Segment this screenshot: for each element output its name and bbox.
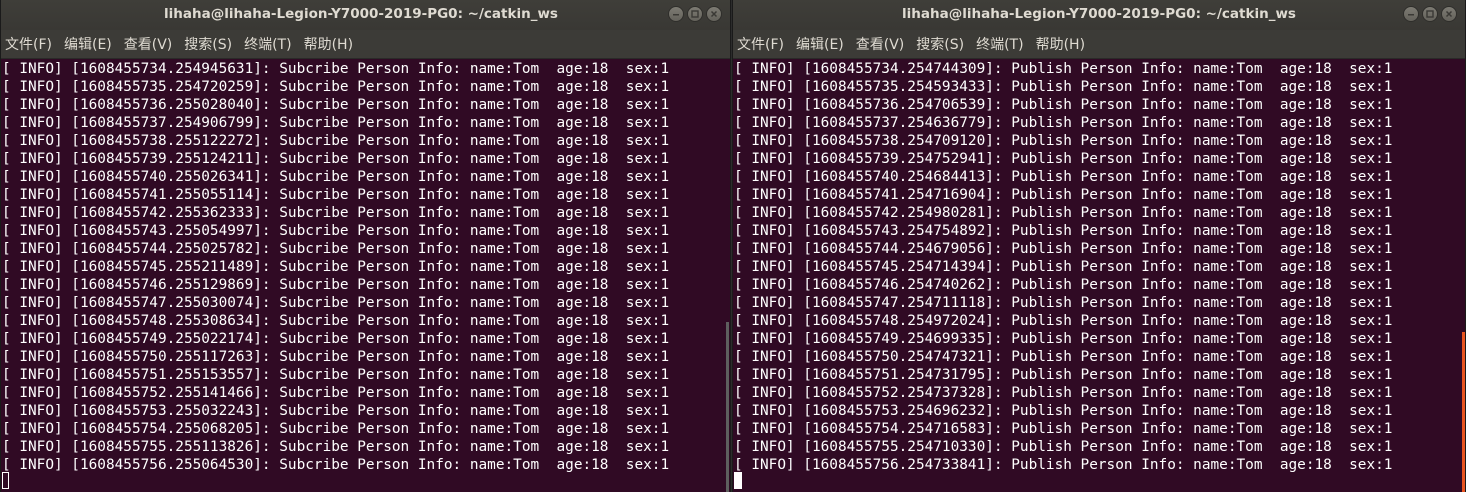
terminal-line: [ INFO] [1608455734.254744309]: Publish … bbox=[734, 61, 1393, 77]
menu-search[interactable]: 搜索(S) bbox=[916, 34, 964, 54]
scrollbar[interactable] bbox=[726, 322, 729, 492]
maximize-icon bbox=[691, 10, 699, 18]
terminal-line: [ INFO] [1608455750.254747321]: Publish … bbox=[734, 349, 1393, 365]
window-controls bbox=[668, 6, 722, 22]
terminal-line: [ INFO] [1608455755.254710330]: Publish … bbox=[734, 439, 1393, 455]
close-icon bbox=[710, 10, 718, 18]
terminal-line: [ INFO] [1608455741.255055114]: Subcribe… bbox=[2, 187, 670, 203]
terminal-line: [ INFO] [1608455739.254752941]: Publish … bbox=[734, 151, 1393, 167]
maximize-button[interactable] bbox=[687, 6, 703, 22]
terminal-line: [ INFO] [1608455740.255026341]: Subcribe… bbox=[2, 169, 670, 185]
terminal-line: [ INFO] [1608455749.254699335]: Publish … bbox=[734, 331, 1393, 347]
terminal-lines: [ INFO] [1608455734.254945631]: Subcribe… bbox=[1, 59, 730, 474]
terminal-line: [ INFO] [1608455753.254696232]: Publish … bbox=[734, 403, 1393, 419]
menubar: 文件(F) 编辑(E) 查看(V) 搜索(S) 终端(T) 帮助(H) bbox=[733, 30, 1465, 59]
window-title: lihaha@lihaha-Legion-Y7000-2019-PG0: ~/c… bbox=[902, 6, 1296, 22]
minimize-icon bbox=[1408, 14, 1414, 16]
terminal-line: [ INFO] [1608455754.254716583]: Publish … bbox=[734, 421, 1393, 437]
terminal-line: [ INFO] [1608455756.254733841]: Publish … bbox=[734, 457, 1393, 473]
titlebar[interactable]: lihaha@lihaha-Legion-Y7000-2019-PG0: ~/c… bbox=[1, 0, 730, 30]
menu-view[interactable]: 查看(V) bbox=[856, 34, 905, 54]
terminal-line: [ INFO] [1608455741.254716904]: Publish … bbox=[734, 187, 1393, 203]
terminal-line: [ INFO] [1608455743.255054997]: Subcribe… bbox=[2, 223, 670, 239]
terminal-line: [ INFO] [1608455736.254706539]: Publish … bbox=[734, 97, 1393, 113]
terminal-line: [ INFO] [1608455751.254731795]: Publish … bbox=[734, 367, 1393, 383]
terminal-line: [ INFO] [1608455745.254714394]: Publish … bbox=[734, 259, 1393, 275]
terminal-output[interactable]: [ INFO] [1608455734.254945631]: Subcribe… bbox=[1, 59, 730, 492]
terminal-line: [ INFO] [1608455742.254980281]: Publish … bbox=[734, 205, 1393, 221]
menu-help[interactable]: 帮助(H) bbox=[1036, 34, 1085, 54]
terminal-line: [ INFO] [1608455735.254720259]: Subcribe… bbox=[2, 79, 670, 95]
terminal-window-left: lihaha@lihaha-Legion-Y7000-2019-PG0: ~/c… bbox=[0, 0, 731, 492]
maximize-icon bbox=[1426, 10, 1434, 18]
terminal-output[interactable]: [ INFO] [1608455734.254744309]: Publish … bbox=[733, 59, 1465, 492]
terminal-line: [ INFO] [1608455738.255122272]: Subcribe… bbox=[2, 133, 670, 149]
terminal-line: [ INFO] [1608455737.254636779]: Publish … bbox=[734, 115, 1393, 131]
terminal-line: [ INFO] [1608455740.254684413]: Publish … bbox=[734, 169, 1393, 185]
terminal-line: [ INFO] [1608455736.255028040]: Subcribe… bbox=[2, 97, 670, 113]
menu-edit[interactable]: 编辑(E) bbox=[64, 34, 112, 54]
terminal-line: [ INFO] [1608455751.255153557]: Subcribe… bbox=[2, 367, 670, 383]
terminal-line: [ INFO] [1608455744.254679056]: Publish … bbox=[734, 241, 1393, 257]
menu-file[interactable]: 文件(F) bbox=[5, 34, 52, 54]
window-title: lihaha@lihaha-Legion-Y7000-2019-PG0: ~/c… bbox=[164, 6, 558, 22]
terminal-line: [ INFO] [1608455745.255211489]: Subcribe… bbox=[2, 259, 670, 275]
terminal-line: [ INFO] [1608455739.255124211]: Subcribe… bbox=[2, 151, 670, 167]
terminal-line: [ INFO] [1608455747.254711118]: Publish … bbox=[734, 295, 1393, 311]
terminal-window-right: lihaha@lihaha-Legion-Y7000-2019-PG0: ~/c… bbox=[732, 0, 1466, 492]
terminal-line: [ INFO] [1608455738.254709120]: Publish … bbox=[734, 133, 1393, 149]
terminal-line: [ INFO] [1608455755.255113826]: Subcribe… bbox=[2, 439, 670, 455]
terminal-line: [ INFO] [1608455746.255129869]: Subcribe… bbox=[2, 277, 670, 293]
window-controls bbox=[1403, 6, 1457, 22]
terminal-line: [ INFO] [1608455734.254945631]: Subcribe… bbox=[2, 61, 670, 77]
menu-terminal[interactable]: 终端(T) bbox=[976, 34, 1023, 54]
terminal-line: [ INFO] [1608455744.255025782]: Subcribe… bbox=[2, 241, 670, 257]
terminal-line: [ INFO] [1608455752.254737328]: Publish … bbox=[734, 385, 1393, 401]
menu-view[interactable]: 查看(V) bbox=[124, 34, 173, 54]
maximize-button[interactable] bbox=[1422, 6, 1438, 22]
terminal-line: [ INFO] [1608455737.254906799]: Subcribe… bbox=[2, 115, 670, 131]
menu-terminal[interactable]: 终端(T) bbox=[244, 34, 291, 54]
close-button[interactable] bbox=[706, 6, 722, 22]
menubar: 文件(F) 编辑(E) 查看(V) 搜索(S) 终端(T) 帮助(H) bbox=[1, 30, 730, 59]
terminal-line: [ INFO] [1608455754.255068205]: Subcribe… bbox=[2, 421, 670, 437]
terminal-line: [ INFO] [1608455742.255362333]: Subcribe… bbox=[2, 205, 670, 221]
terminal-line: [ INFO] [1608455750.255117263]: Subcribe… bbox=[2, 349, 670, 365]
terminal-line: [ INFO] [1608455748.255308634]: Subcribe… bbox=[2, 313, 670, 329]
menu-edit[interactable]: 编辑(E) bbox=[796, 34, 844, 54]
terminal-cursor bbox=[2, 472, 9, 489]
terminal-cursor bbox=[734, 472, 742, 489]
terminal-line: [ INFO] [1608455748.254972024]: Publish … bbox=[734, 313, 1393, 329]
terminal-line: [ INFO] [1608455753.255032243]: Subcribe… bbox=[2, 403, 670, 419]
terminal-lines: [ INFO] [1608455734.254744309]: Publish … bbox=[733, 59, 1465, 474]
terminal-line: [ INFO] [1608455749.255022174]: Subcribe… bbox=[2, 331, 670, 347]
titlebar[interactable]: lihaha@lihaha-Legion-Y7000-2019-PG0: ~/c… bbox=[733, 0, 1465, 30]
terminal-line: [ INFO] [1608455746.254740262]: Publish … bbox=[734, 277, 1393, 293]
menu-file[interactable]: 文件(F) bbox=[737, 34, 784, 54]
minimize-button[interactable] bbox=[1403, 6, 1419, 22]
menu-search[interactable]: 搜索(S) bbox=[184, 34, 232, 54]
terminal-line: [ INFO] [1608455752.255141466]: Subcribe… bbox=[2, 385, 670, 401]
scrollbar[interactable] bbox=[1462, 332, 1465, 492]
close-icon bbox=[1445, 10, 1453, 18]
minimize-button[interactable] bbox=[668, 6, 684, 22]
terminal-line: [ INFO] [1608455747.255030074]: Subcribe… bbox=[2, 295, 670, 311]
menu-help[interactable]: 帮助(H) bbox=[304, 34, 353, 54]
terminal-line: [ INFO] [1608455756.255064530]: Subcribe… bbox=[2, 457, 670, 473]
terminal-line: [ INFO] [1608455743.254754892]: Publish … bbox=[734, 223, 1393, 239]
close-button[interactable] bbox=[1441, 6, 1457, 22]
terminal-line: [ INFO] [1608455735.254593433]: Publish … bbox=[734, 79, 1393, 95]
minimize-icon bbox=[673, 14, 679, 16]
